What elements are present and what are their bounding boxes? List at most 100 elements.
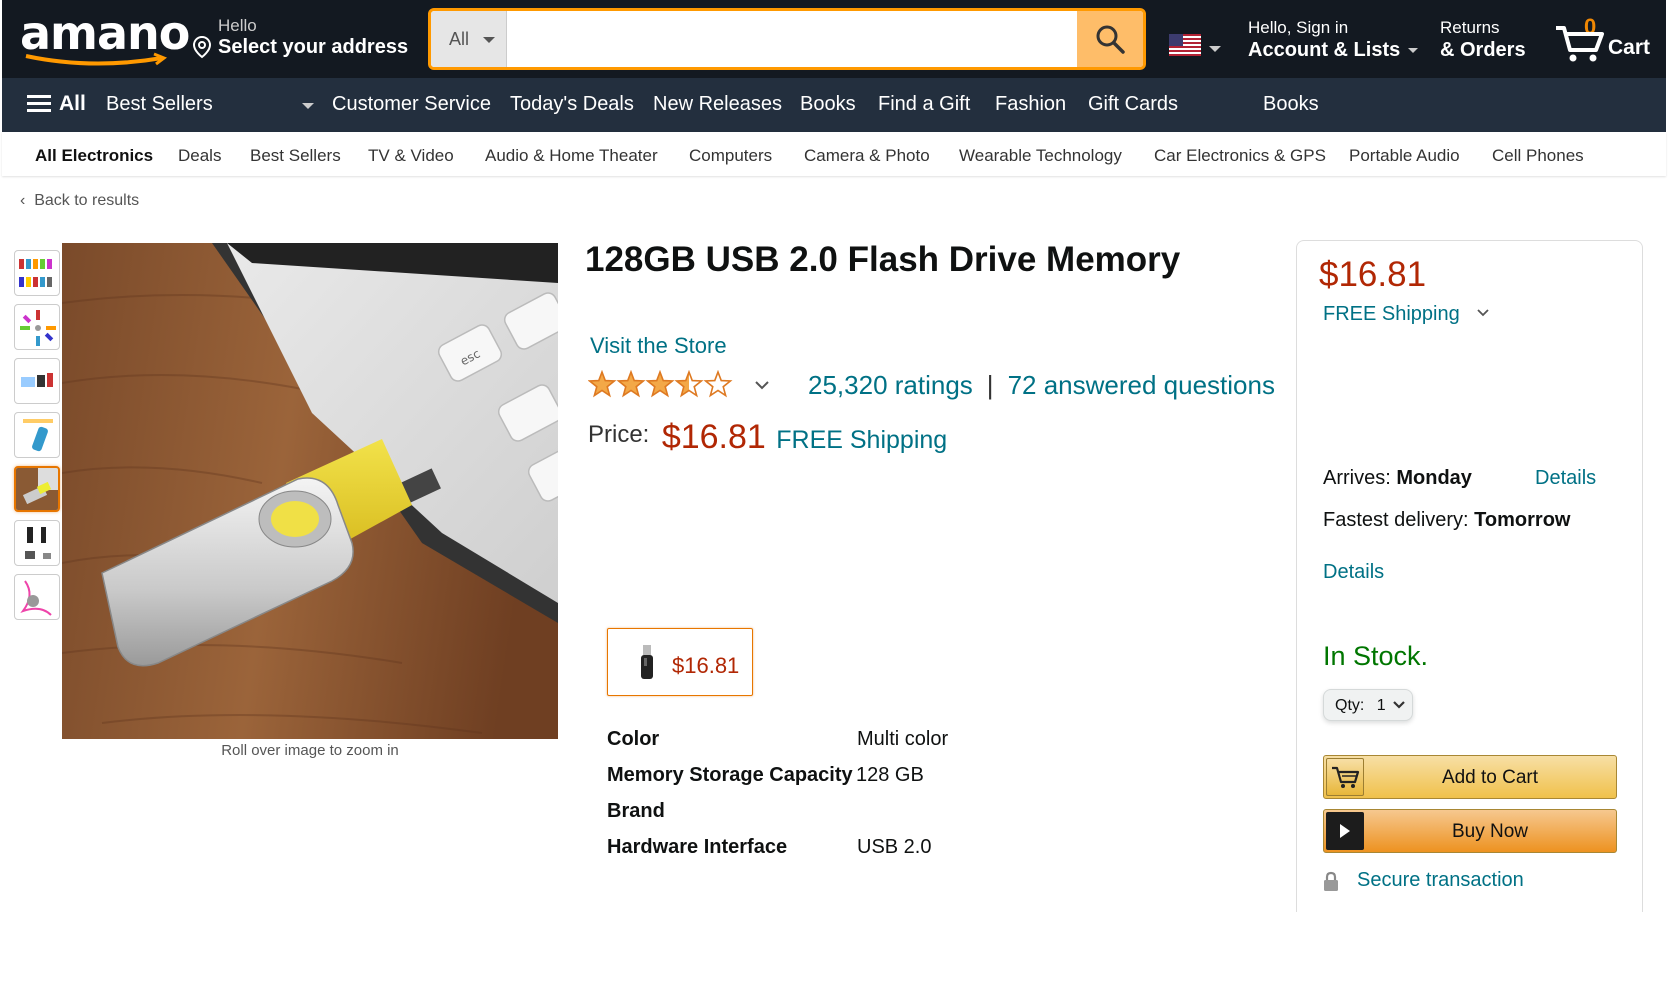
- spec-key: Memory Storage Capacity: [607, 764, 853, 786]
- price-block: Price: $16.81 FREE Shipping: [588, 418, 947, 457]
- thumbnail-image[interactable]: [14, 412, 60, 458]
- cart-label: Cart: [1608, 36, 1651, 59]
- star-icon: [616, 370, 646, 398]
- stock-status: In Stock.: [1323, 641, 1429, 671]
- spec-key: Brand: [607, 800, 665, 822]
- spec-value: 128 GB: [856, 764, 924, 786]
- subnav-tv-video[interactable]: TV & Video: [368, 146, 454, 166]
- subnav-car-electronics-gps[interactable]: Car Electronics & GPS: [1154, 146, 1326, 166]
- back-to-results-link[interactable]: ‹ Back to results: [20, 192, 139, 210]
- chevron-down-icon: [1393, 701, 1405, 709]
- nav-find-a-gift[interactable]: Find a Gift: [878, 93, 970, 116]
- main-nav: All Best Sellers Customer Service Today'…: [2, 78, 1666, 132]
- thumbnail-image-selected[interactable]: [14, 466, 60, 512]
- back-to-results-label: Back to results: [34, 192, 140, 209]
- delivery-details-link[interactable]: Details: [1535, 467, 1596, 490]
- fastest-delivery-label: Fastest delivery:: [1323, 509, 1469, 531]
- language-selector[interactable]: [1169, 34, 1221, 61]
- fastest-delivery-info: Fastest delivery: Tomorrow: [1323, 509, 1570, 532]
- star-icon: [645, 370, 675, 398]
- thumbnail-image[interactable]: [14, 250, 60, 296]
- fastest-delivery-day: Tomorrow: [1474, 509, 1571, 531]
- spec-value: USB 2.0: [857, 836, 932, 858]
- thumbnail-image[interactable]: [14, 574, 60, 620]
- free-shipping-link[interactable]: FREE Shipping: [776, 426, 947, 454]
- chevron-down-icon: [1477, 309, 1489, 317]
- nav-todays-deals[interactable]: Today's Deals: [510, 93, 634, 116]
- star-rating[interactable]: [588, 370, 770, 400]
- location-pin-icon: [192, 35, 212, 59]
- thumbnail-image[interactable]: [14, 304, 60, 350]
- flash-drive-icon: [641, 645, 653, 679]
- price-amount: $16.81: [661, 418, 766, 456]
- search-button[interactable]: [1077, 11, 1143, 67]
- chevron-left-icon: ‹: [20, 192, 26, 209]
- cart-button[interactable]: 0 Cart: [1554, 14, 1662, 64]
- add-to-cart-button[interactable]: Add to Cart: [1323, 755, 1617, 799]
- thumbnail-image[interactable]: [14, 358, 60, 404]
- price-label: Price:: [588, 421, 650, 448]
- top-header: amano Hello Select your address All Hell…: [2, 0, 1666, 78]
- nav-books-2[interactable]: Books: [1263, 93, 1319, 116]
- nav-gift-cards[interactable]: Gift Cards: [1088, 93, 1178, 116]
- nav-customer-service[interactable]: Customer Service: [332, 93, 491, 116]
- subnav-camera-photo[interactable]: Camera & Photo: [804, 146, 930, 166]
- nav-books[interactable]: Books: [800, 93, 856, 116]
- subnav-portable-audio[interactable]: Portable Audio: [1349, 146, 1460, 166]
- nav-fashion[interactable]: Fashion: [995, 93, 1066, 116]
- site-logo[interactable]: amano: [20, 6, 190, 68]
- caret-down-icon[interactable]: [302, 103, 314, 109]
- returns-orders-link[interactable]: Returns & Orders: [1440, 18, 1526, 62]
- free-shipping-label: FREE Shipping: [1323, 303, 1460, 325]
- cart-icon: [1556, 26, 1604, 62]
- spec-value: Multi color: [857, 728, 949, 750]
- subnav-computers[interactable]: Computers: [689, 146, 772, 166]
- play-icon: [1326, 812, 1364, 850]
- buy-now-button[interactable]: Buy Now: [1323, 809, 1617, 853]
- zoom-hint: Roll over image to zoom in: [221, 742, 399, 759]
- buybox-free-shipping[interactable]: FREE Shipping: [1323, 303, 1489, 326]
- nav-best-sellers[interactable]: Best Sellers: [106, 93, 213, 116]
- us-flag-icon: [1169, 34, 1201, 56]
- returns-label: Returns: [1440, 18, 1500, 37]
- lock-icon: [1324, 871, 1338, 891]
- all-menu-label: All: [59, 91, 86, 115]
- quantity-select[interactable]: Qty: 1: [1323, 689, 1413, 721]
- ratings-count-link[interactable]: 25,320 ratings: [808, 370, 973, 400]
- ratings-separator: |: [986, 370, 994, 400]
- arrives-label: Arrives:: [1323, 467, 1391, 489]
- swatch-price: $16.81: [672, 653, 740, 678]
- buybox-price: $16.81: [1319, 255, 1427, 294]
- address-select-label: Select your address: [218, 36, 409, 58]
- caret-down-icon: [1408, 48, 1419, 54]
- search-input[interactable]: [508, 11, 1072, 67]
- subnav-all-electronics[interactable]: All Electronics: [35, 146, 153, 166]
- subnav-audio-home-theater[interactable]: Audio & Home Theater: [485, 146, 658, 166]
- search-bar: All: [428, 8, 1146, 70]
- subnav-best-sellers[interactable]: Best Sellers: [250, 146, 341, 166]
- caret-down-icon: [1209, 46, 1221, 52]
- sign-in-greeting: Hello, Sign in: [1248, 18, 1349, 37]
- answered-questions-link[interactable]: 72 answered questions: [1008, 370, 1275, 400]
- account-lists-label: Account & Lists: [1248, 39, 1401, 61]
- star-icon: [674, 370, 704, 398]
- fastest-details-link[interactable]: Details: [1323, 561, 1384, 584]
- account-lists-menu[interactable]: Hello, Sign in Account & Lists: [1248, 18, 1419, 62]
- address-greeting: Hello: [218, 16, 257, 35]
- search-category-dropdown[interactable]: All: [431, 11, 507, 67]
- product-title: 128GB USB 2.0 Flash Drive Memory: [585, 240, 1181, 279]
- search-icon: [1096, 25, 1125, 54]
- subnav-wearable-technology[interactable]: Wearable Technology: [959, 146, 1122, 166]
- main-product-image[interactable]: esc: [62, 243, 558, 739]
- add-to-cart-label: Add to Cart: [1441, 767, 1539, 788]
- subnav-deals[interactable]: Deals: [178, 146, 221, 166]
- all-menu-button[interactable]: All: [27, 91, 86, 116]
- secure-transaction-link[interactable]: Secure transaction: [1323, 869, 1524, 892]
- thumbnail-image[interactable]: [14, 520, 60, 566]
- arrival-info: Arrives: Monday: [1323, 467, 1472, 490]
- visit-store-link[interactable]: Visit the Store: [590, 333, 727, 359]
- cart-icon: [1326, 758, 1364, 796]
- style-swatch[interactable]: $16.81: [607, 628, 753, 696]
- nav-new-releases[interactable]: New Releases: [653, 93, 782, 116]
- subnav-cell-phones[interactable]: Cell Phones: [1492, 146, 1584, 166]
